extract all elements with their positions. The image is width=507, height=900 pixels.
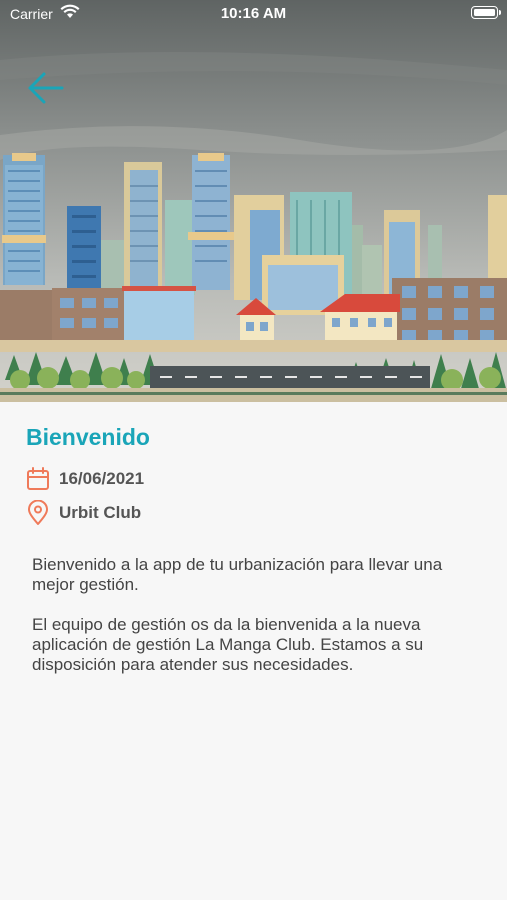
header-illustration: Carrier 10:16 AM xyxy=(0,0,507,402)
event-description: Bienvenido a la app de tu urbanización p… xyxy=(32,555,462,675)
description-paragraph: El equipo de gestión os da la bienvenida… xyxy=(32,615,424,674)
location-pin-icon xyxy=(28,500,48,525)
event-location-row: Urbit Club xyxy=(26,500,141,526)
battery-icon xyxy=(471,6,501,19)
event-detail: Bienvenido 16/06/2021 Urbit Club Bienven… xyxy=(0,402,507,900)
screen: Carrier 10:16 AM Bienvenido 16/06/2021 U… xyxy=(0,0,507,900)
back-button[interactable] xyxy=(26,70,66,106)
arrow-left-icon xyxy=(28,72,64,104)
calendar-icon xyxy=(27,467,49,490)
status-bar: Carrier 10:16 AM xyxy=(0,0,507,30)
event-title: Bienvenido xyxy=(26,424,150,450)
event-location: Urbit Club xyxy=(59,503,142,522)
status-time: 10:16 AM xyxy=(220,5,287,22)
event-date-row: 16/06/2021 xyxy=(26,466,144,492)
event-date: 16/06/2021 xyxy=(59,469,145,488)
description-paragraph: Bienvenido a la app de tu urbanización p… xyxy=(32,555,443,594)
city-skyline-illustration xyxy=(0,0,507,402)
